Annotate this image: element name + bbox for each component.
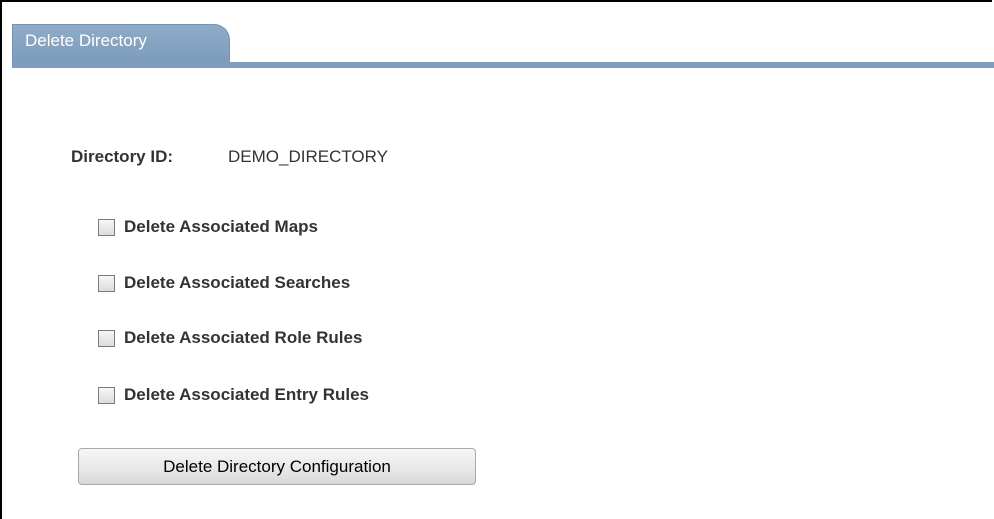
page-frame: Delete Directory Directory ID: DEMO_DIRE… [0,0,994,519]
tab-delete-directory[interactable]: Delete Directory [12,24,230,62]
delete-entry-rules-checkbox[interactable] [98,386,115,404]
option-delete-entry-rules[interactable]: Delete Associated Entry Rules [98,383,369,407]
delete-directory-configuration-button[interactable]: Delete Directory Configuration [78,448,476,485]
delete-searches-checkbox[interactable] [98,274,115,292]
delete-role-rules-checkbox[interactable] [98,329,115,347]
tab-label: Delete Directory [25,31,147,50]
delete-searches-label[interactable]: Delete Associated Searches [124,273,350,293]
directory-id-label: Directory ID: [71,147,174,166]
delete-maps-label[interactable]: Delete Associated Maps [124,217,318,237]
directory-id-value: DEMO_DIRECTORY [228,147,388,166]
option-delete-searches[interactable]: Delete Associated Searches [98,271,350,295]
delete-entry-rules-label[interactable]: Delete Associated Entry Rules [124,385,369,405]
tab-strip: Delete Directory [12,20,994,70]
delete-maps-checkbox[interactable] [98,218,115,236]
option-delete-role-rules[interactable]: Delete Associated Role Rules [98,326,362,350]
option-delete-maps[interactable]: Delete Associated Maps [98,215,318,239]
tab-rule [12,62,994,68]
delete-role-rules-label[interactable]: Delete Associated Role Rules [124,328,362,348]
